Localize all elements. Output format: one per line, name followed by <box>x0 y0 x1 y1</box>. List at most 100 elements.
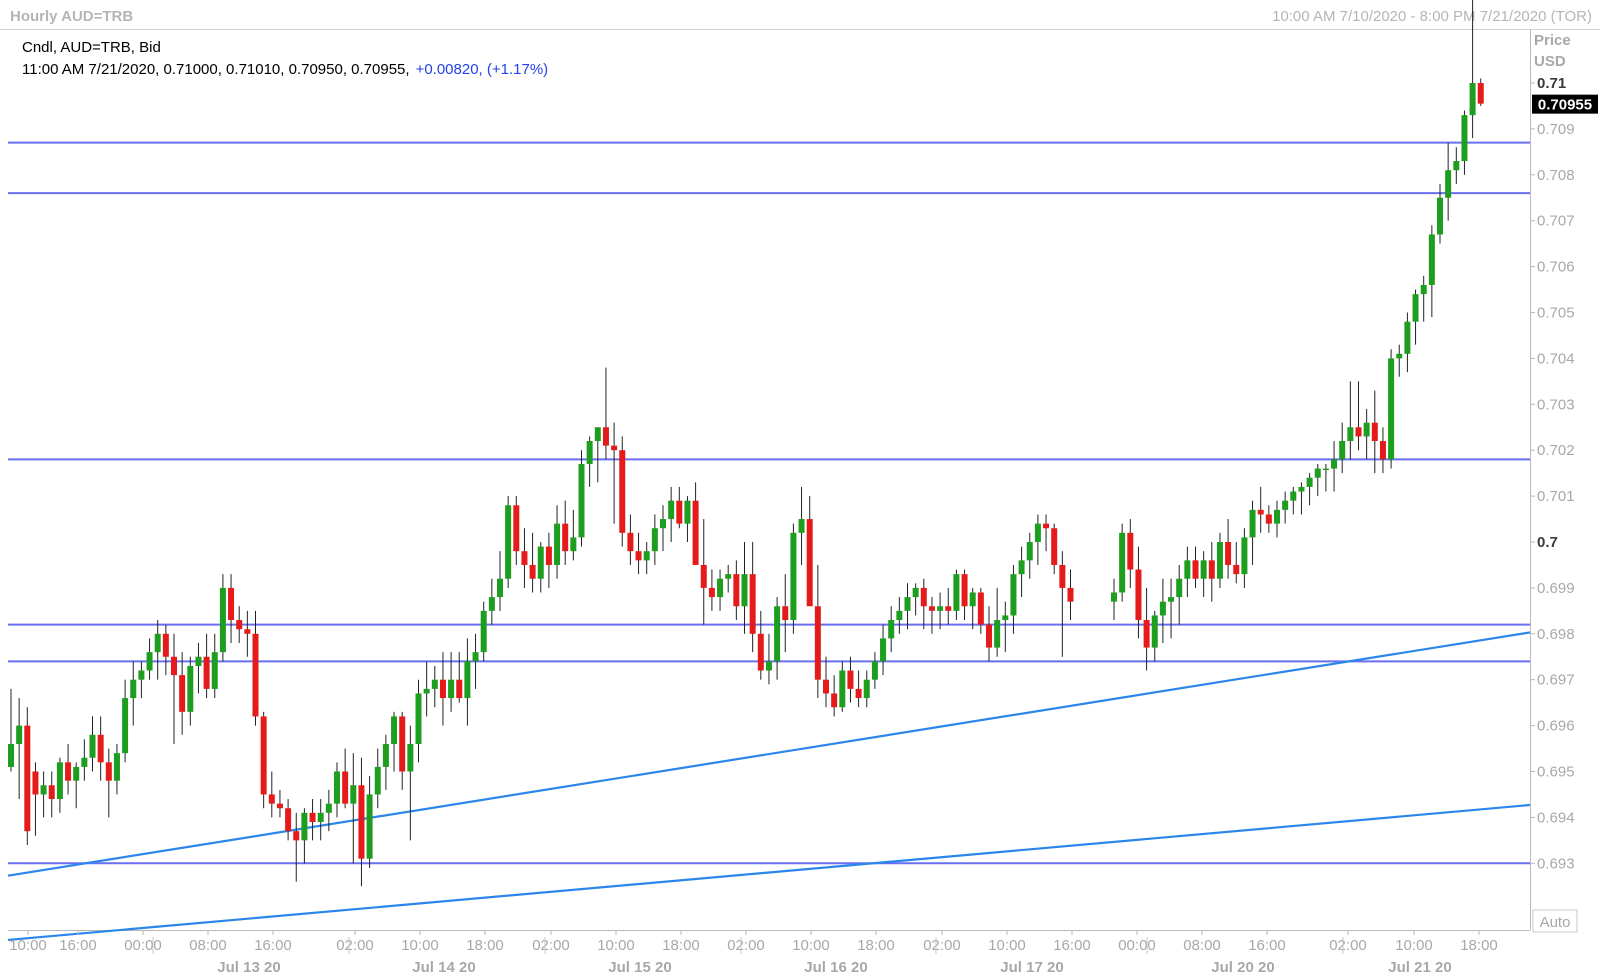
candle-body <box>928 606 935 611</box>
day-label: Jul 16 20 <box>804 959 867 976</box>
candle-body <box>1176 578 1183 598</box>
candle-body <box>1274 509 1280 524</box>
candle-body <box>871 661 878 680</box>
candle-body <box>1469 83 1476 116</box>
candle-body <box>700 564 707 588</box>
auto-button-label: Auto <box>1540 914 1571 931</box>
plot-area[interactable] <box>7 0 1531 942</box>
candle-body <box>244 629 251 634</box>
candle-body <box>97 734 104 763</box>
candle-body <box>1043 523 1050 529</box>
candle-body <box>105 762 112 781</box>
y-tick-label: 0.71 <box>1537 75 1566 92</box>
day-label: Jul 21 20 <box>1388 959 1451 976</box>
candle-body <box>1010 574 1017 616</box>
candle-body <box>488 597 495 611</box>
candle-body <box>708 587 715 598</box>
y-tick-label: 0.701 <box>1537 488 1575 505</box>
candle-body <box>977 592 984 625</box>
candle-body <box>81 757 88 767</box>
candle-body <box>366 794 373 859</box>
candle-body <box>1347 427 1354 442</box>
candle-body <box>1111 592 1117 602</box>
day-label: Jul 20 20 <box>1211 959 1274 976</box>
current-price-value: 0.70955 <box>1538 97 1592 114</box>
candle-body <box>309 812 316 822</box>
y-tick-label: 0.693 <box>1537 855 1575 872</box>
candle-body <box>545 546 552 565</box>
candle-body <box>896 610 903 621</box>
time-axis[interactable]: 10:00 16:00 00:00 08:00 16:00 02:00 10:00 18:00… <box>9 930 1498 976</box>
candle-body <box>1208 560 1215 579</box>
y-tick-label: 0.703 <box>1537 396 1575 413</box>
candle-body <box>961 574 968 607</box>
candle-body <box>945 606 952 611</box>
candle-body <box>1192 560 1199 579</box>
candle-body <box>480 610 487 653</box>
candle-body <box>1051 528 1058 565</box>
x-tick-label: 00:00 <box>124 937 162 954</box>
candle-body <box>276 803 283 809</box>
legend-values: 11:00 AM 7/21/2020, 0.71000, 0.71010, 0.… <box>22 61 410 78</box>
x-tick-label: 10:00 <box>988 937 1026 954</box>
candle-body <box>1437 197 1443 235</box>
candle-body <box>1265 514 1272 524</box>
candle-body <box>790 532 797 621</box>
candle-body <box>823 679 829 694</box>
y-tick-label: 0.696 <box>1537 718 1575 735</box>
window-title: Hourly AUD=TRB <box>10 8 133 25</box>
candle-body <box>113 753 120 781</box>
candle-body <box>765 661 772 671</box>
candle <box>260 711 267 809</box>
candle-body <box>920 587 927 607</box>
candle-body <box>937 606 944 611</box>
candle-body <box>602 427 609 446</box>
candle-body <box>537 546 544 579</box>
candle-body <box>1428 234 1435 285</box>
candle-body <box>56 762 63 800</box>
auto-scale-button[interactable]: Auto <box>1532 909 1578 933</box>
candle-body <box>179 675 186 712</box>
x-tick-label: 16:00 <box>1053 937 1091 954</box>
axis-price-label: Price <box>1534 32 1571 49</box>
candle-body <box>969 592 976 607</box>
candle-body <box>994 620 1001 648</box>
candle-body <box>317 812 324 822</box>
candle-body <box>89 734 96 758</box>
candle-body <box>1477 83 1484 104</box>
candle <box>1119 523 1126 602</box>
candle-body <box>301 812 308 841</box>
y-tick-label: 0.697 <box>1537 672 1575 689</box>
x-tick-label: 18:00 <box>1460 937 1498 954</box>
candle-body <box>505 505 512 579</box>
candle-body <box>1127 532 1134 570</box>
candle-body <box>407 743 414 772</box>
candle-body <box>798 519 805 533</box>
candle <box>790 523 797 634</box>
date-range: 10:00 AM 7/10/2020 - 8:00 PM 7/21/2020 (… <box>1272 8 1592 25</box>
candle-body <box>1200 560 1207 579</box>
candle-body <box>953 574 960 611</box>
candle-body <box>1018 560 1025 575</box>
price-axis[interactable]: Price USD 0.693 0.694 0.695 0.696 0.697 0.698… <box>1530 32 1575 872</box>
candle-body <box>464 661 471 699</box>
y-tick-label: 0.704 <box>1537 350 1575 367</box>
candle-body <box>1143 620 1150 648</box>
candle-body <box>529 564 536 579</box>
candle-body <box>847 670 854 689</box>
candle-body <box>1119 532 1126 593</box>
candle-body <box>619 450 626 533</box>
candle-body <box>187 665 194 712</box>
candle-body <box>268 794 275 804</box>
candle-body <box>774 606 781 662</box>
candle-body <box>8 743 14 767</box>
candle-body <box>1151 615 1158 648</box>
x-tick-label: 18:00 <box>662 937 700 954</box>
candle-body <box>814 606 821 680</box>
candle-body <box>439 679 446 699</box>
candle-body <box>1241 537 1248 575</box>
candle-body <box>863 679 870 699</box>
candle-body <box>1026 542 1033 561</box>
x-tick-label: 18:00 <box>857 937 895 954</box>
candle-body <box>1306 477 1313 487</box>
